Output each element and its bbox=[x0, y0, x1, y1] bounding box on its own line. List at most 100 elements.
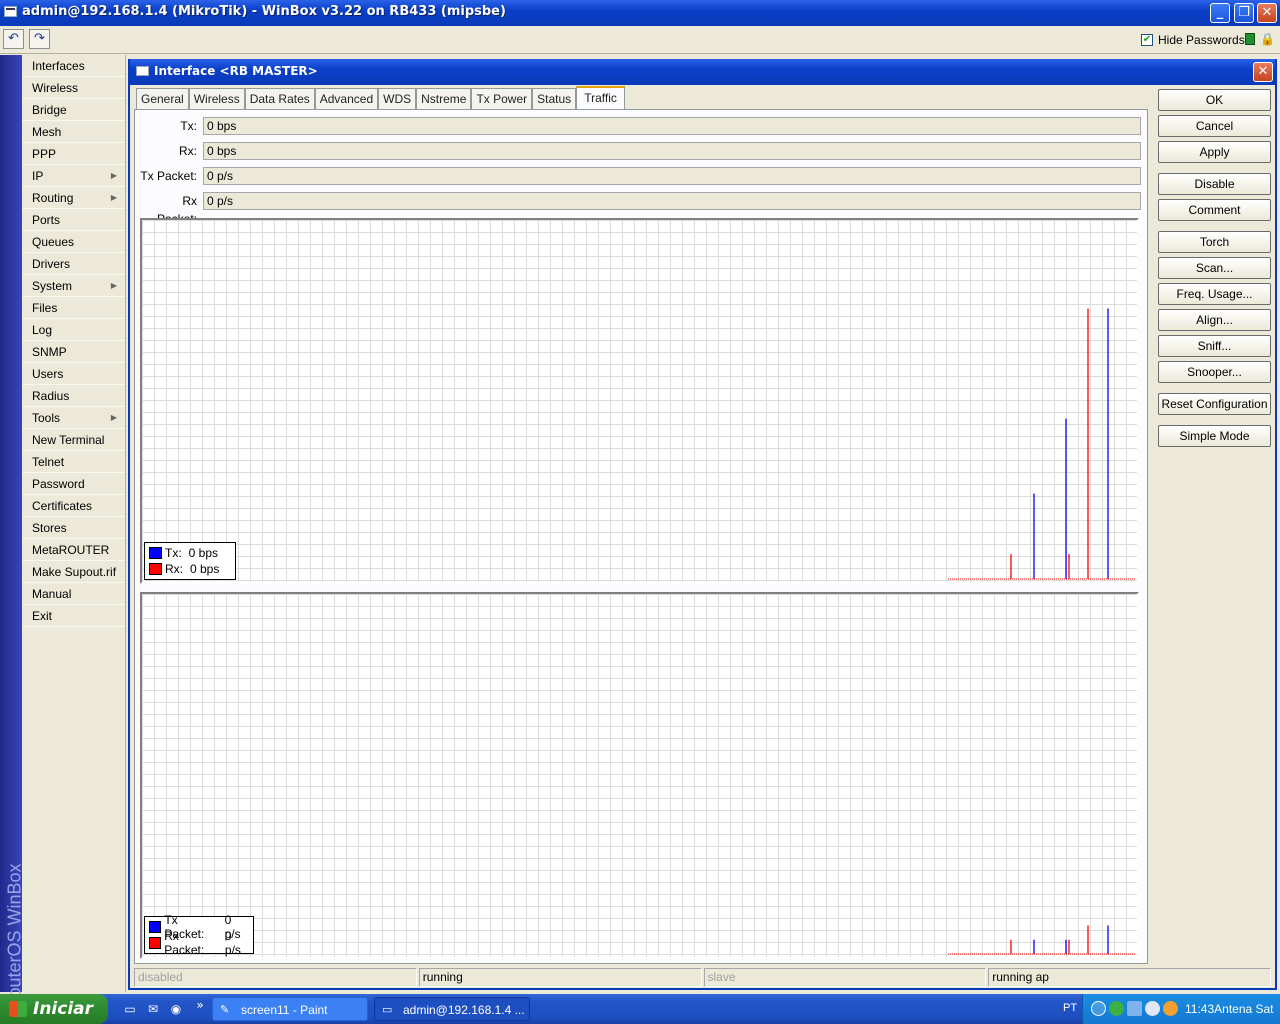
legend-label-rx: Rx: bbox=[165, 562, 183, 576]
reset-configuration-button[interactable]: Reset Configuration bbox=[1158, 393, 1271, 415]
quicklaunch-overflow-icon[interactable]: » bbox=[192, 997, 208, 1013]
menu-item-exit[interactable]: Exit bbox=[22, 605, 125, 627]
menu-item-telnet[interactable]: Telnet bbox=[22, 451, 125, 473]
language-indicator[interactable]: PT bbox=[1063, 1002, 1077, 1014]
hide-passwords-label: Hide Passwords bbox=[1158, 33, 1245, 47]
status-bar: disabled running slave running ap bbox=[134, 968, 1273, 987]
tab-advanced[interactable]: Advanced bbox=[314, 88, 379, 110]
tray-expand-icon[interactable] bbox=[1091, 1001, 1106, 1016]
menu-item-wireless[interactable]: Wireless bbox=[22, 77, 125, 99]
menu-item-make-supout-rif[interactable]: Make Supout.rif bbox=[22, 561, 125, 583]
menu-item-password[interactable]: Password bbox=[22, 473, 125, 495]
menu-item-label: Stores bbox=[32, 521, 67, 535]
tab-nstreme[interactable]: Nstreme bbox=[416, 88, 472, 110]
outlook-express-icon[interactable]: ✉ bbox=[145, 1001, 161, 1017]
menu-item-new-terminal[interactable]: New Terminal bbox=[22, 429, 125, 451]
minimize-button[interactable]: _ bbox=[1210, 3, 1230, 23]
menu-item-label: Ports bbox=[32, 213, 61, 227]
firefox-icon[interactable]: ◉ bbox=[168, 1001, 184, 1017]
restore-button[interactable]: ❐ bbox=[1234, 3, 1254, 23]
legend-swatch-tx bbox=[149, 547, 162, 559]
tab-wds[interactable]: WDS bbox=[378, 88, 417, 110]
status-cell: running ap bbox=[988, 968, 1271, 987]
torch-button[interactable]: Torch bbox=[1158, 231, 1271, 253]
hide-passwords-control[interactable]: ✔ Hide Passwords bbox=[1141, 33, 1245, 47]
field-value[interactable]: 0 p/s bbox=[203, 167, 1141, 185]
clock[interactable]: 11:43Antena Sat bbox=[1185, 1002, 1274, 1016]
messenger-icon[interactable] bbox=[1145, 1001, 1160, 1016]
tab-general[interactable]: General bbox=[136, 88, 189, 110]
tab-traffic[interactable]: Traffic bbox=[576, 86, 625, 110]
menu-item-interfaces[interactable]: Interfaces bbox=[22, 55, 125, 77]
dialog-close-button[interactable]: ✕ bbox=[1253, 62, 1273, 82]
legend-label-tx: Tx: bbox=[165, 546, 182, 560]
tab-status[interactable]: Status bbox=[532, 88, 577, 110]
sniff-button[interactable]: Sniff... bbox=[1158, 335, 1271, 357]
cancel-button[interactable]: Cancel bbox=[1158, 115, 1271, 137]
snooper-button[interactable]: Snooper... bbox=[1158, 361, 1271, 383]
menu-item-label: New Terminal bbox=[32, 433, 105, 447]
hide-passwords-checkbox[interactable]: ✔ bbox=[1141, 34, 1153, 46]
traffic-pps-graph: Tx Packet: 0 p/s Rx Packet: 0 p/s bbox=[140, 592, 1139, 959]
menu-item-certificates[interactable]: Certificates bbox=[22, 495, 125, 517]
status-cell: running bbox=[418, 968, 702, 987]
ok-button[interactable]: OK bbox=[1158, 89, 1271, 111]
menu-item-ports[interactable]: Ports bbox=[22, 209, 125, 231]
disable-button[interactable]: Disable bbox=[1158, 173, 1271, 195]
undo-icon[interactable]: ↶ bbox=[3, 29, 24, 49]
simple-mode-button[interactable]: Simple Mode bbox=[1158, 425, 1271, 447]
dialog-title-bar[interactable]: Interface <RB MASTER> ✕ bbox=[130, 59, 1275, 85]
menu-item-label: Bridge bbox=[32, 103, 67, 117]
task-button-winbox[interactable]: ▭ admin@192.168.1.4 ... bbox=[374, 997, 530, 1021]
menu-item-ip[interactable]: IP ▶ bbox=[22, 165, 125, 187]
start-button[interactable]: Iniciar bbox=[0, 994, 108, 1024]
align-button[interactable]: Align... bbox=[1158, 309, 1271, 331]
apply-button[interactable]: Apply bbox=[1158, 141, 1271, 163]
menu-item-files[interactable]: Files bbox=[22, 297, 125, 319]
comment-button[interactable]: Comment bbox=[1158, 199, 1271, 221]
status-cell: disabled bbox=[134, 968, 417, 987]
menu-item-label: Routing bbox=[32, 191, 74, 205]
field-label: Tx Packet: bbox=[140, 169, 197, 183]
redo-icon[interactable]: ↷ bbox=[29, 29, 50, 49]
connection-status-icon bbox=[1245, 33, 1255, 45]
submenu-arrow-icon: ▶ bbox=[110, 171, 117, 180]
menu-item-label: Log bbox=[32, 323, 53, 337]
legend-row-rx: Rx: 0 bps bbox=[149, 561, 231, 577]
winbox-app-icon[interactable] bbox=[4, 6, 17, 17]
tab-wireless[interactable]: Wireless bbox=[188, 88, 245, 110]
menu-item-tools[interactable]: Tools ▶ bbox=[22, 407, 125, 429]
menu-item-mesh[interactable]: Mesh bbox=[22, 121, 125, 143]
tab-data-rates[interactable]: Data Rates bbox=[244, 88, 315, 110]
menu-item-metarouter[interactable]: MetaROUTER bbox=[22, 539, 125, 561]
security-shield-icon[interactable] bbox=[1109, 1001, 1124, 1016]
menu-item-queues[interactable]: Queues bbox=[22, 231, 125, 253]
scan-button[interactable]: Scan... bbox=[1158, 257, 1271, 279]
close-button[interactable]: ✕ bbox=[1257, 3, 1277, 23]
field-row: Tx: 0 bps bbox=[139, 117, 1145, 135]
menu-item-ppp[interactable]: PPP bbox=[22, 143, 125, 165]
field-value[interactable]: 0 p/s bbox=[203, 192, 1141, 210]
menu-item-snmp[interactable]: SNMP bbox=[22, 341, 125, 363]
antivirus-icon[interactable] bbox=[1163, 1001, 1178, 1016]
freq-usage-button[interactable]: Freq. Usage... bbox=[1158, 283, 1271, 305]
menu-item-drivers[interactable]: Drivers bbox=[22, 253, 125, 275]
show-desktop-icon[interactable]: ▭ bbox=[122, 1001, 138, 1017]
traffic-bps-plot bbox=[948, 308, 1135, 580]
menu-item-radius[interactable]: Radius bbox=[22, 385, 125, 407]
legend-value-rx-packet: 0 p/s bbox=[224, 929, 241, 957]
tab-tx-power[interactable]: Tx Power bbox=[471, 88, 533, 110]
windows-logo-icon bbox=[9, 1001, 27, 1017]
menu-item-routing[interactable]: Routing ▶ bbox=[22, 187, 125, 209]
network-icon[interactable] bbox=[1127, 1001, 1142, 1016]
menu-item-stores[interactable]: Stores bbox=[22, 517, 125, 539]
menu-item-system[interactable]: System ▶ bbox=[22, 275, 125, 297]
menu-item-bridge[interactable]: Bridge bbox=[22, 99, 125, 121]
menu-item-manual[interactable]: Manual bbox=[22, 583, 125, 605]
field-value[interactable]: 0 bps bbox=[203, 117, 1141, 135]
menu-item-users[interactable]: Users bbox=[22, 363, 125, 385]
window-title-bar[interactable]: admin@192.168.1.4 (MikroTik) - WinBox v3… bbox=[0, 0, 1280, 26]
field-value[interactable]: 0 bps bbox=[203, 142, 1141, 160]
menu-item-log[interactable]: Log bbox=[22, 319, 125, 341]
task-button-paint[interactable]: ✎ screen11 - Paint bbox=[212, 997, 368, 1021]
